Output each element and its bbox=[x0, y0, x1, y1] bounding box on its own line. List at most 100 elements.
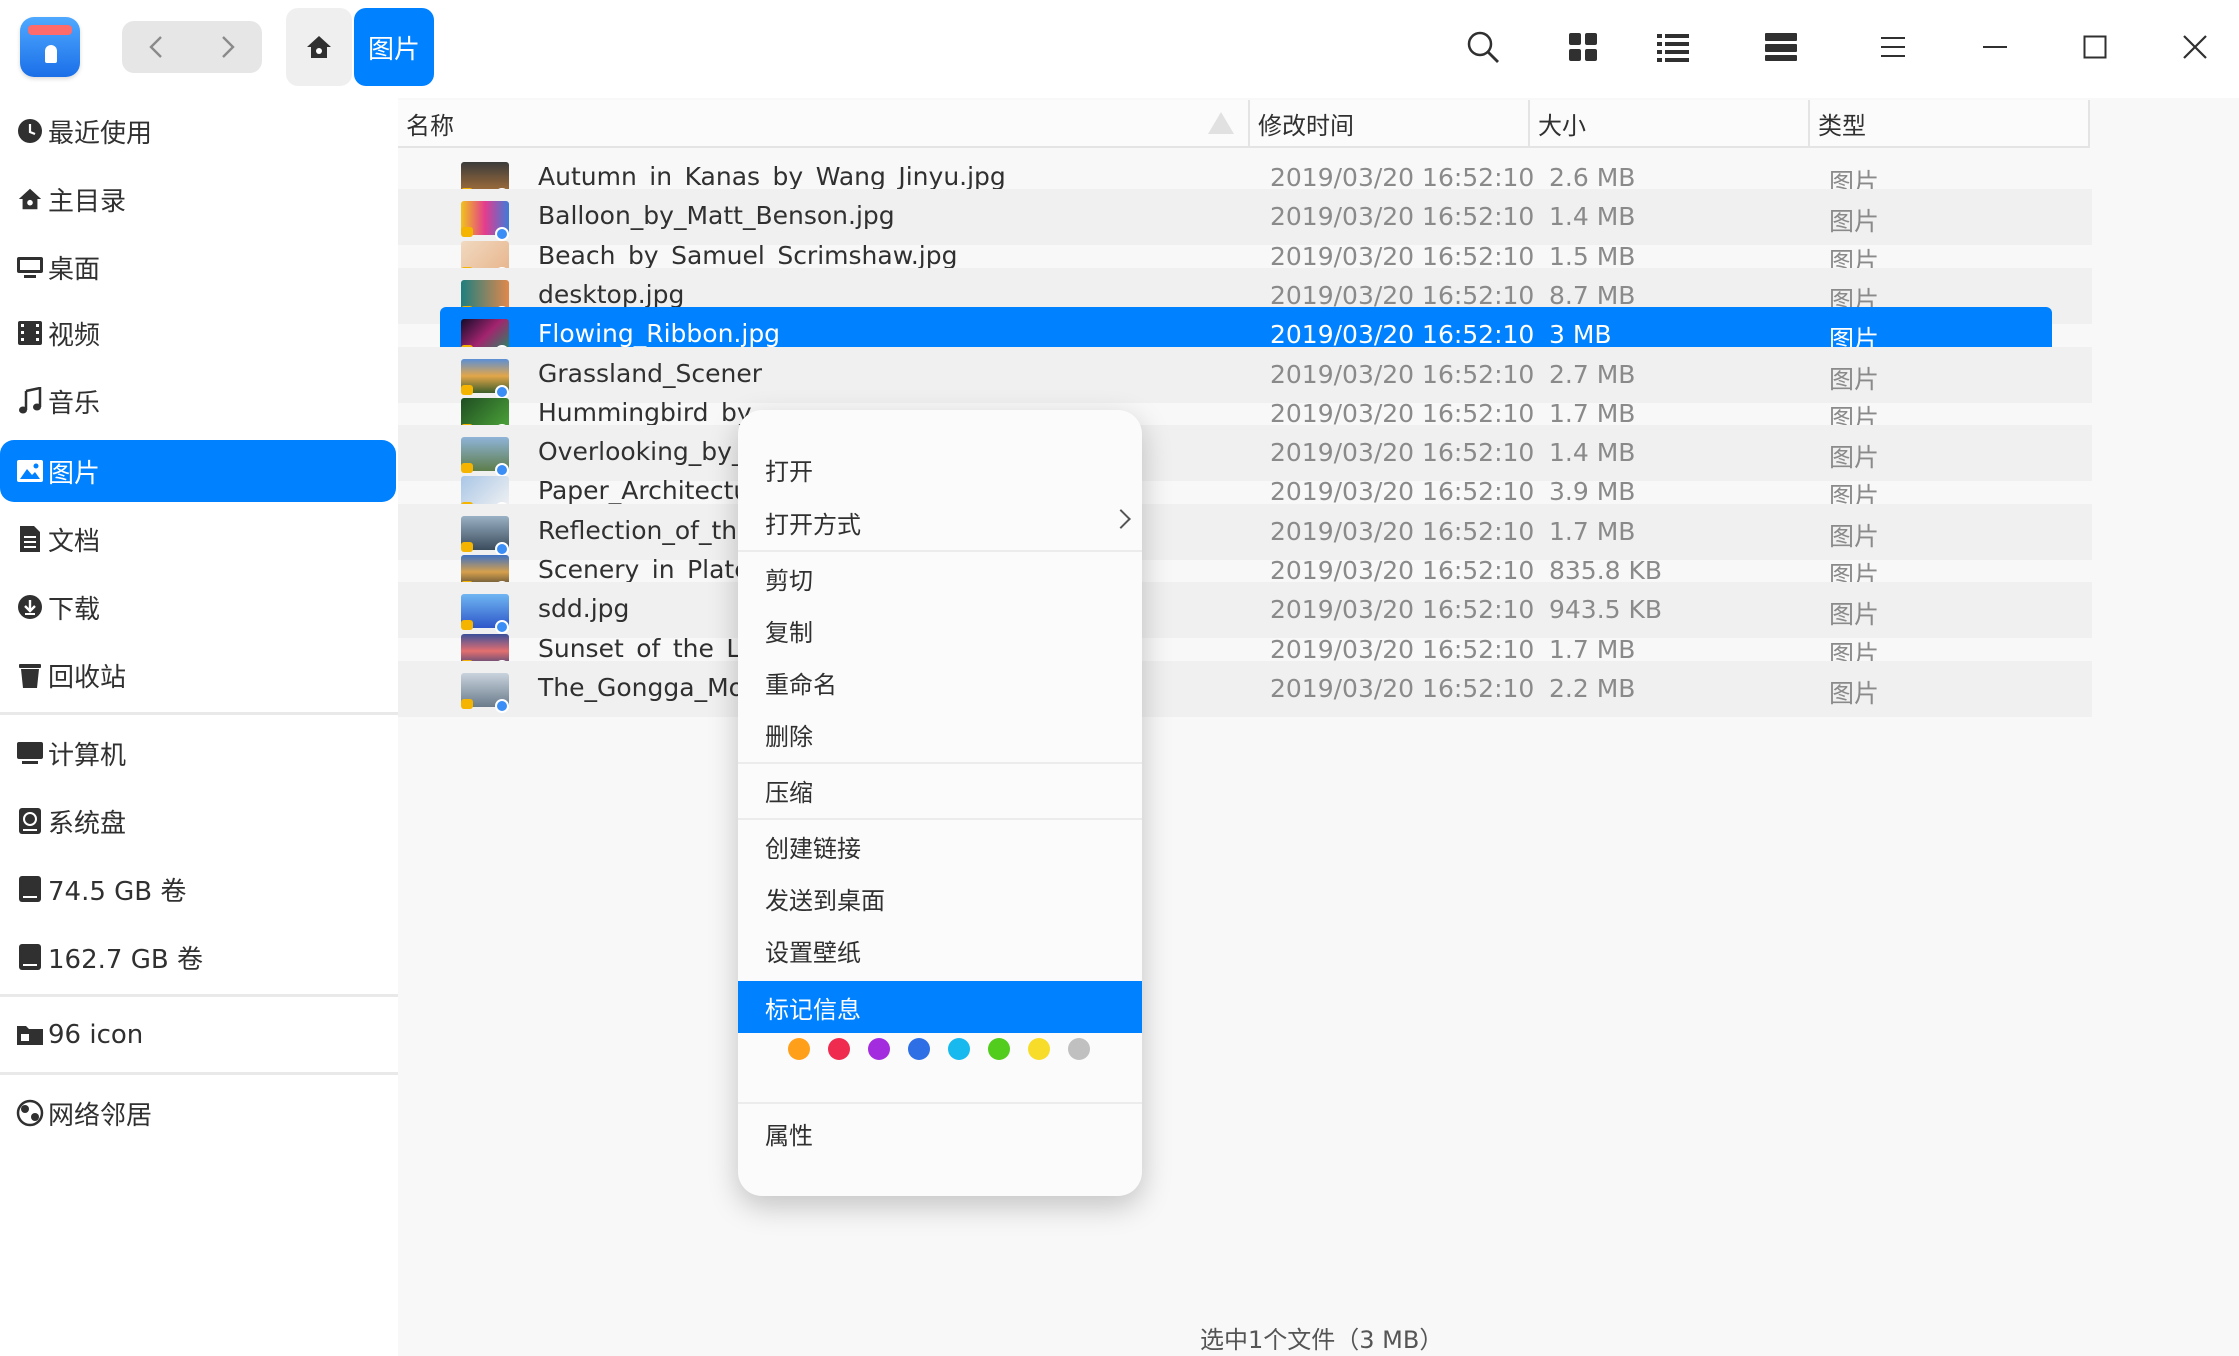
menu-divider bbox=[738, 1102, 1142, 1104]
video-icon bbox=[14, 317, 46, 349]
sidebar-divider bbox=[0, 994, 398, 997]
menu-item-label: 重命名 bbox=[765, 670, 837, 699]
document-icon bbox=[14, 523, 46, 555]
search-icon[interactable] bbox=[1460, 24, 1506, 70]
sidebar-item-96-icon[interactable]: 96 icon bbox=[0, 1004, 396, 1066]
status-bar-text: 选中1个文件（3 MB） bbox=[1200, 1326, 1444, 1354]
sidebar-item-home[interactable]: 主目录 bbox=[0, 168, 396, 230]
file-size: 2.7 MB bbox=[1549, 360, 1636, 389]
minimize-icon[interactable] bbox=[1972, 24, 2018, 70]
menu-icon[interactable] bbox=[1870, 24, 1916, 70]
file-size: 8.7 MB bbox=[1549, 281, 1636, 310]
tag-color-dot[interactable] bbox=[828, 1038, 850, 1060]
file-size: 1.5 MB bbox=[1549, 242, 1636, 271]
sidebar-divider bbox=[0, 1072, 398, 1075]
sidebar-item-system-disk[interactable]: 系统盘 bbox=[0, 790, 396, 852]
sidebar-item-volume-74[interactable]: 74.5 GB 卷 bbox=[0, 858, 396, 920]
sidebar-item-label: 主目录 bbox=[48, 186, 127, 217]
file-name: Reflection_of_the bbox=[538, 516, 753, 545]
column-header-name[interactable]: 名称 bbox=[398, 100, 1250, 148]
file-size: 1.4 MB bbox=[1549, 202, 1636, 231]
file-mtime: 2019/03/20 16:52:10 bbox=[1270, 360, 1535, 389]
sidebar-item-video[interactable]: 视频 bbox=[0, 302, 396, 364]
column-header-type[interactable]: 类型 bbox=[1810, 100, 2090, 148]
menu-item-label: 打开 bbox=[765, 457, 813, 486]
file-name: Flowing_Ribbon.jpg bbox=[538, 319, 781, 348]
menu-item-label: 标记信息 bbox=[765, 995, 861, 1024]
table-row[interactable]: The_Gongga_Mou 2019/03/20 16:52:10 2.2 MB 图… bbox=[398, 661, 2092, 717]
file-size: 1.7 MB bbox=[1549, 399, 1636, 428]
disk-icon bbox=[14, 805, 46, 837]
menu-item-label: 属性 bbox=[765, 1121, 813, 1150]
chevron-right-icon bbox=[1111, 509, 1131, 529]
sidebar-item-label: 系统盘 bbox=[48, 808, 127, 839]
menu-item-copy[interactable]: 复制 bbox=[738, 604, 1142, 656]
sidebar: 最近使用 主目录 桌面 视频 音乐 图片 文档 下载 回收站 计算机 系统盘 7… bbox=[0, 98, 398, 1356]
menu-item-rename[interactable]: 重命名 bbox=[738, 656, 1142, 708]
file-size: 835.8 KB bbox=[1549, 556, 1663, 585]
list-view-icon[interactable] bbox=[1650, 24, 1696, 70]
sidebar-item-music[interactable]: 音乐 bbox=[0, 370, 396, 432]
tag-color-dot[interactable] bbox=[908, 1038, 930, 1060]
sidebar-item-desktop[interactable]: 桌面 bbox=[0, 236, 396, 298]
file-size: 3.9 MB bbox=[1549, 477, 1636, 506]
file-size: 1.4 MB bbox=[1549, 438, 1636, 467]
sidebar-item-recent[interactable]: 最近使用 bbox=[0, 100, 396, 162]
maximize-icon[interactable] bbox=[2072, 24, 2118, 70]
sidebar-item-downloads[interactable]: 下载 bbox=[0, 576, 396, 638]
menu-item-open[interactable]: 打开 bbox=[738, 443, 1142, 495]
tag-color-dot[interactable] bbox=[1028, 1038, 1050, 1060]
forward-icon[interactable] bbox=[192, 21, 262, 73]
menu-item-send-to-desktop[interactable]: 发送到桌面 bbox=[738, 872, 1142, 924]
file-mtime: 2019/03/20 16:52:10 bbox=[1270, 320, 1535, 349]
file-mtime: 2019/03/20 16:52:10 bbox=[1270, 399, 1535, 428]
file-mtime: 2019/03/20 16:52:10 bbox=[1270, 438, 1535, 467]
icon-view-icon[interactable] bbox=[1560, 24, 1606, 70]
tag-color-dot[interactable] bbox=[788, 1038, 810, 1060]
sidebar-item-documents[interactable]: 文档 bbox=[0, 508, 396, 570]
file-mtime: 2019/03/20 16:52:10 bbox=[1270, 242, 1535, 271]
sidebar-item-network[interactable]: 网络邻居 bbox=[0, 1082, 396, 1144]
menu-item-label: 删除 bbox=[765, 722, 813, 751]
clock-icon bbox=[14, 115, 46, 147]
tag-color-dot[interactable] bbox=[868, 1038, 890, 1060]
menu-item-compress[interactable]: 压缩 bbox=[738, 764, 1142, 816]
lock-icon bbox=[461, 699, 473, 709]
history-nav bbox=[122, 21, 262, 73]
sidebar-item-label: 162.7 GB 卷 bbox=[48, 944, 203, 975]
menu-item-set-wallpaper[interactable]: 设置壁纸 bbox=[738, 924, 1142, 976]
sidebar-item-trash[interactable]: 回收站 bbox=[0, 644, 396, 706]
sidebar-item-pictures[interactable]: 图片 bbox=[0, 440, 396, 502]
disk-icon bbox=[14, 873, 46, 905]
sidebar-item-label: 视频 bbox=[48, 320, 101, 351]
tag-color-dot[interactable] bbox=[1068, 1038, 1090, 1060]
close-icon[interactable] bbox=[2172, 24, 2218, 70]
menu-item-delete[interactable]: 删除 bbox=[738, 708, 1142, 760]
sidebar-item-computer[interactable]: 计算机 bbox=[0, 722, 396, 784]
download-icon bbox=[14, 591, 46, 623]
file-size: 2.6 MB bbox=[1549, 163, 1636, 192]
menu-item-open-with[interactable]: 打开方式 bbox=[738, 496, 1142, 548]
column-header-label: 修改时间 bbox=[1258, 111, 1354, 140]
column-header-size[interactable]: 大小 bbox=[1530, 100, 1810, 148]
home-icon[interactable] bbox=[286, 8, 352, 86]
column-header-mtime[interactable]: 修改时间 bbox=[1250, 100, 1530, 148]
menu-item-label: 压缩 bbox=[765, 778, 813, 807]
menu-item-label: 设置壁纸 bbox=[765, 938, 861, 967]
sidebar-item-label: 音乐 bbox=[48, 388, 101, 419]
file-mtime: 2019/03/20 16:52:10 bbox=[1270, 635, 1535, 664]
detail-view-icon[interactable] bbox=[1758, 24, 1804, 70]
breadcrumb-current[interactable]: 图片 bbox=[354, 8, 434, 86]
sidebar-item-volume-162[interactable]: 162.7 GB 卷 bbox=[0, 926, 396, 988]
menu-item-create-link[interactable]: 创建链接 bbox=[738, 820, 1142, 872]
file-name: Balloon_by_Matt_Benson.jpg bbox=[538, 201, 895, 230]
tag-color-dot[interactable] bbox=[948, 1038, 970, 1060]
menu-item-tag-info[interactable]: 标记信息 bbox=[738, 981, 1142, 1033]
file-size: 943.5 KB bbox=[1549, 595, 1663, 624]
tag-color-dot[interactable] bbox=[988, 1038, 1010, 1060]
file-type: 图片 bbox=[1829, 679, 1880, 708]
back-icon[interactable] bbox=[122, 21, 192, 73]
menu-item-properties[interactable]: 属性 bbox=[738, 1107, 1142, 1159]
sidebar-item-label: 最近使用 bbox=[48, 118, 153, 149]
menu-item-cut[interactable]: 剪切 bbox=[738, 552, 1142, 604]
